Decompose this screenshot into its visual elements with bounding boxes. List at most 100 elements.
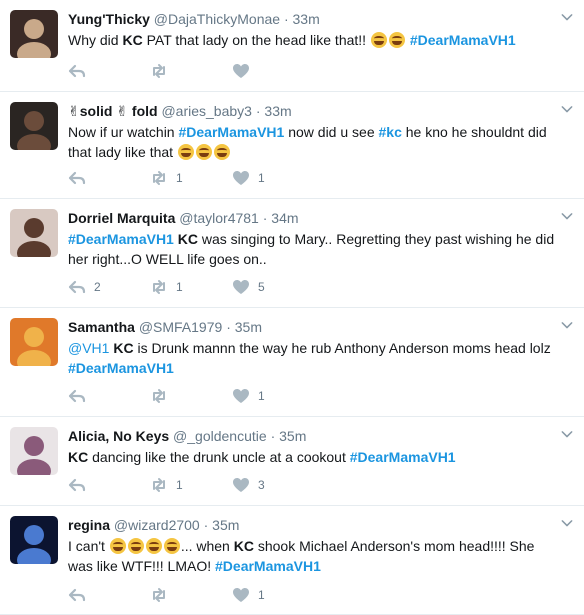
- like-button[interactable]: 1: [232, 168, 265, 188]
- retweet-button[interactable]: [150, 386, 176, 406]
- tweet-actions: 1: [68, 585, 328, 605]
- reply-button[interactable]: [68, 585, 94, 605]
- display-name[interactable]: Dorriel Marquita: [68, 210, 175, 226]
- heart-icon: [232, 279, 250, 295]
- username[interactable]: @wizard2700: [114, 517, 200, 533]
- retweet-icon: [150, 279, 168, 295]
- reply-button[interactable]: 2: [68, 277, 101, 297]
- tweet[interactable]: Alicia, No Keys @_goldencutie · 35m KC da…: [0, 417, 584, 506]
- heart-icon: [232, 170, 250, 186]
- timestamp[interactable]: 33m: [293, 11, 320, 27]
- text-segment: dancing like the drunk uncle at a cookou…: [88, 449, 350, 465]
- tears-of-joy-emoji-icon: [388, 32, 405, 48]
- tears-of-joy-emoji-icon: [195, 144, 212, 160]
- like-button[interactable]: 5: [232, 277, 265, 297]
- chevron-down-icon[interactable]: [560, 427, 574, 441]
- username[interactable]: @SMFA1979: [139, 319, 222, 335]
- avatar[interactable]: [10, 10, 58, 58]
- chevron-down-icon[interactable]: [560, 10, 574, 24]
- tweet[interactable]: Samantha @SMFA1979 · 35m @VH1 KC is Drunk…: [0, 308, 584, 417]
- timestamp[interactable]: 33m: [264, 103, 291, 119]
- retweet-button[interactable]: [150, 585, 176, 605]
- tweet-content: Samantha @SMFA1979 · 35m @VH1 KC is Drunk…: [68, 317, 562, 378]
- retweet-icon: [150, 587, 168, 603]
- tweet[interactable]: Dorriel Marquita @taylor4781 · 34m #DearM…: [0, 199, 584, 308]
- display-name[interactable]: Yung'Thicky: [68, 11, 150, 27]
- like-button[interactable]: [232, 61, 258, 81]
- chevron-down-icon[interactable]: [560, 318, 574, 332]
- retweet-button[interactable]: [150, 61, 176, 81]
- text-segment: is Drunk mannn the way he rub Anthony An…: [133, 340, 551, 356]
- retweet-button[interactable]: 1: [150, 277, 183, 297]
- reply-icon: [68, 587, 86, 603]
- heart-icon: [232, 388, 250, 404]
- avatar[interactable]: [10, 318, 58, 366]
- like-button[interactable]: 3: [232, 475, 265, 495]
- timestamp[interactable]: 35m: [212, 517, 239, 533]
- tweet-text: KC dancing like the drunk uncle at a coo…: [68, 447, 562, 467]
- tears-of-joy-emoji-icon: [213, 144, 230, 160]
- hashtag-link[interactable]: #DearMamaVH1: [350, 449, 456, 465]
- tweet[interactable]: ✌solid ✌ fold @aries_baby3 · 33m Now if u…: [0, 92, 584, 199]
- text-segment: PAT that lady on the head like that!!: [142, 32, 370, 48]
- timestamp[interactable]: 34m: [271, 210, 298, 226]
- like-button[interactable]: 1: [232, 585, 265, 605]
- retweet-button[interactable]: 1: [150, 168, 183, 188]
- tears-of-joy-emoji-icon: [127, 538, 144, 554]
- tweet-actions: 13: [68, 475, 328, 495]
- retweet-icon: [150, 388, 168, 404]
- chevron-down-icon[interactable]: [560, 102, 574, 116]
- reply-button[interactable]: [68, 386, 94, 406]
- reply-icon: [68, 388, 86, 404]
- reply-button[interactable]: [68, 168, 94, 188]
- tweet-text: Now if ur watchin #DearMamaVH1 now did u…: [68, 122, 562, 162]
- tweet-content: Dorriel Marquita @taylor4781 · 34m #DearM…: [68, 208, 562, 269]
- display-name[interactable]: Samantha: [68, 319, 135, 335]
- avatar[interactable]: [10, 427, 58, 475]
- bold-text: KC: [233, 538, 254, 554]
- username[interactable]: @DajaThickyMonae: [154, 11, 280, 27]
- tears-of-joy-emoji-icon: [163, 538, 180, 554]
- text-segment: Why did: [68, 32, 123, 48]
- retweet-button[interactable]: 1: [150, 475, 183, 495]
- hashtag-link[interactable]: #DearMamaVH1: [215, 558, 321, 574]
- tears-of-joy-emoji-icon: [177, 144, 194, 160]
- hashtag-link[interactable]: #DearMamaVH1: [68, 360, 174, 376]
- display-name[interactable]: regina: [68, 517, 110, 533]
- tears-of-joy-emoji-icon: [145, 538, 162, 554]
- tweet-actions: 1: [68, 386, 328, 406]
- tweet-content: Yung'Thicky @DajaThickyMonae · 33m Why di…: [68, 9, 562, 50]
- mention-link[interactable]: @VH1: [68, 340, 109, 356]
- chevron-down-icon[interactable]: [560, 209, 574, 223]
- hashtag-link[interactable]: #DearMamaVH1: [68, 231, 174, 247]
- tweet[interactable]: Yung'Thicky @DajaThickyMonae · 33m Why di…: [0, 0, 584, 92]
- tweet[interactable]: regina @wizard2700 · 35m I can't ... when…: [0, 506, 584, 615]
- text-segment: I can't: [68, 538, 109, 554]
- timestamp[interactable]: 35m: [235, 319, 262, 335]
- separator: ·: [226, 319, 231, 335]
- likes-count: 3: [258, 478, 265, 492]
- heart-icon: [232, 587, 250, 603]
- like-button[interactable]: 1: [232, 386, 265, 406]
- reply-button[interactable]: [68, 61, 94, 81]
- likes-count: 5: [258, 280, 265, 294]
- reply-button[interactable]: [68, 475, 94, 495]
- retweets-count: 1: [176, 478, 183, 492]
- avatar[interactable]: [10, 209, 58, 257]
- username[interactable]: @_goldencutie: [173, 428, 267, 444]
- display-name[interactable]: ✌solid ✌ fold: [68, 103, 158, 119]
- timestamp[interactable]: 35m: [279, 428, 306, 444]
- avatar[interactable]: [10, 516, 58, 564]
- display-name[interactable]: Alicia, No Keys: [68, 428, 169, 444]
- hashtag-link[interactable]: #DearMamaVH1: [178, 124, 284, 140]
- bold-text: KC: [177, 231, 198, 247]
- username[interactable]: @aries_baby3: [161, 103, 252, 119]
- hashtag-link[interactable]: #kc: [379, 124, 402, 140]
- hashtag-link[interactable]: #DearMamaVH1: [410, 32, 516, 48]
- username[interactable]: @taylor4781: [179, 210, 259, 226]
- heart-icon: [232, 477, 250, 493]
- tweet-header: Dorriel Marquita @taylor4781 · 34m: [68, 208, 562, 228]
- retweet-icon: [150, 170, 168, 186]
- chevron-down-icon[interactable]: [560, 516, 574, 530]
- avatar[interactable]: [10, 102, 58, 150]
